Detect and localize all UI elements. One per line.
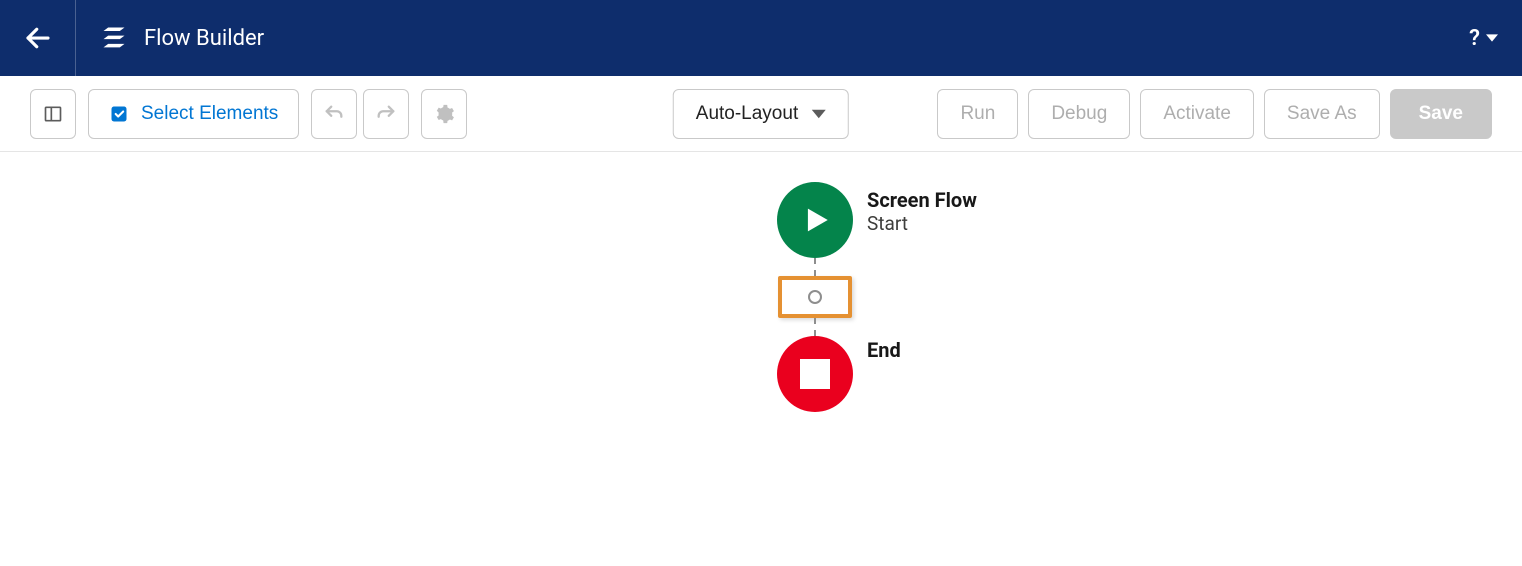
save-button[interactable]: Save bbox=[1390, 89, 1492, 139]
toolbar-actions: Run Debug Activate Save As Save bbox=[937, 89, 1492, 139]
select-elements-label: Select Elements bbox=[141, 103, 278, 125]
activate-button[interactable]: Activate bbox=[1140, 89, 1254, 139]
start-node-subtitle: Start bbox=[867, 212, 977, 235]
arrow-left-icon bbox=[23, 23, 53, 53]
toggle-panel-button[interactable] bbox=[30, 89, 76, 139]
settings-button[interactable] bbox=[421, 89, 467, 139]
sidebar-icon bbox=[43, 104, 63, 124]
back-button[interactable] bbox=[0, 0, 76, 76]
caret-down-icon bbox=[1486, 32, 1498, 44]
start-node-label: Screen Flow Start bbox=[867, 188, 977, 235]
redo-button[interactable] bbox=[363, 89, 409, 139]
undo-icon bbox=[323, 103, 345, 125]
flow-diagram: Screen Flow Start End bbox=[777, 182, 853, 412]
end-node[interactable]: End bbox=[777, 336, 853, 412]
stop-icon bbox=[800, 359, 830, 389]
end-node-label: End bbox=[867, 338, 901, 362]
debug-label: Debug bbox=[1051, 103, 1107, 125]
run-button[interactable]: Run bbox=[937, 89, 1018, 139]
redo-icon bbox=[375, 103, 397, 125]
flow-logo-icon bbox=[100, 24, 128, 52]
app-title: Flow Builder bbox=[144, 26, 264, 51]
app-logo bbox=[100, 24, 128, 52]
connector-line bbox=[814, 318, 816, 336]
save-as-button[interactable]: Save As bbox=[1264, 89, 1380, 139]
play-icon bbox=[798, 203, 832, 237]
undo-button[interactable] bbox=[311, 89, 357, 139]
app-header: Flow Builder ? bbox=[0, 0, 1522, 76]
add-element-button[interactable] bbox=[808, 290, 822, 304]
checkbox-icon bbox=[109, 104, 129, 124]
layout-mode-label: Auto-Layout bbox=[696, 103, 798, 125]
caret-down-icon bbox=[812, 109, 826, 119]
layout-mode-dropdown[interactable]: Auto-Layout bbox=[673, 89, 849, 139]
start-node-title: Screen Flow bbox=[867, 188, 977, 212]
undo-redo-group bbox=[311, 89, 409, 139]
save-label: Save bbox=[1419, 103, 1463, 125]
layout-mode-container: Auto-Layout bbox=[673, 89, 849, 139]
toolbar: Select Elements Auto-Layout Run Debug Ac… bbox=[0, 76, 1522, 152]
start-node[interactable]: Screen Flow Start bbox=[777, 182, 853, 258]
gear-icon bbox=[433, 103, 455, 125]
flow-canvas[interactable]: Screen Flow Start End bbox=[0, 152, 1522, 566]
help-menu[interactable]: ? bbox=[1469, 26, 1498, 51]
connector-line bbox=[814, 258, 816, 276]
activate-label: Activate bbox=[1163, 103, 1231, 125]
debug-button[interactable]: Debug bbox=[1028, 89, 1130, 139]
help-icon: ? bbox=[1469, 26, 1480, 51]
save-as-label: Save As bbox=[1287, 103, 1357, 125]
add-element-highlight bbox=[778, 276, 852, 318]
select-elements-button[interactable]: Select Elements bbox=[88, 89, 299, 139]
run-label: Run bbox=[960, 103, 995, 125]
